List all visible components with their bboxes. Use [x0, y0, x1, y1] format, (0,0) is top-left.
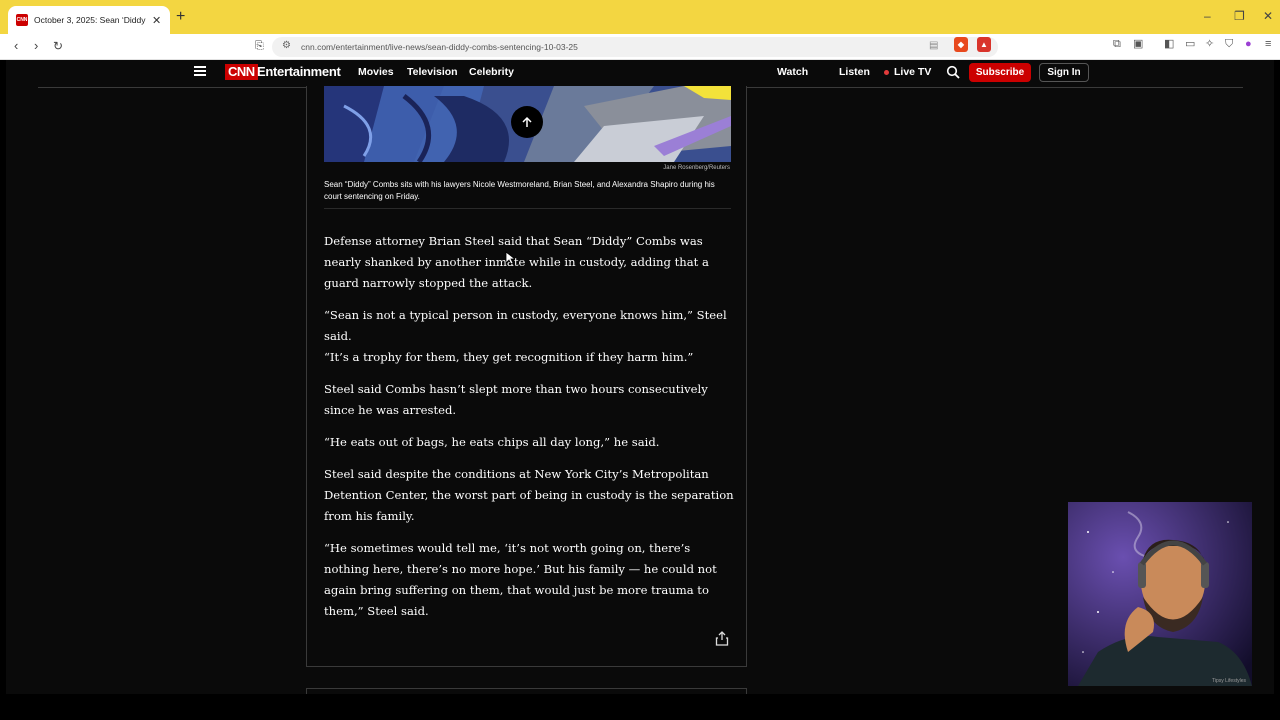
back-icon[interactable]: ‹: [14, 38, 18, 54]
photo-caption: Sean “Diddy” Combs sits with his lawyers…: [324, 180, 715, 201]
live-indicator-icon: [884, 70, 889, 75]
article-paragraph: “He eats out of bags, he eats chips all …: [324, 435, 660, 449]
bottom-black-bar: [0, 694, 1280, 720]
reload-icon[interactable]: ↻: [53, 38, 63, 54]
leo-icon[interactable]: ✧: [1205, 38, 1214, 50]
article-paragraph: “It’s a trophy for them, they get recogn…: [324, 350, 694, 364]
photo-credit: Jane Rosenberg/Reuters: [663, 165, 730, 171]
window-close-icon[interactable]: ✕: [1263, 10, 1273, 22]
reader-mode-icon[interactable]: ▤: [929, 40, 938, 51]
cnn-logo[interactable]: CNN: [225, 64, 258, 80]
bookmark-icon[interactable]: ⎘: [255, 38, 264, 54]
hamburger-menu-icon[interactable]: [194, 66, 206, 76]
site-info-icon[interactable]: ⚙: [282, 40, 291, 51]
address-bar[interactable]: ⚙ cnn.com/entertainment/live-news/sean-d…: [272, 37, 998, 57]
sign-in-button[interactable]: Sign In: [1039, 63, 1089, 82]
cnn-header: CNN Entertainment Movies Television Cele…: [6, 60, 1274, 86]
article-paragraph: Defense attorney Brian Steel said that S…: [324, 234, 709, 290]
article-body: Defense attorney Brian Steel said that S…: [324, 231, 734, 633]
vpn-icon[interactable]: ⛉: [1225, 38, 1233, 50]
wallet-icon[interactable]: ▭: [1185, 38, 1195, 50]
nav-link-movies[interactable]: Movies: [358, 66, 394, 79]
url-text[interactable]: cnn.com/entertainment/live-news/sean-did…: [301, 42, 578, 52]
minimize-icon[interactable]: –: [1204, 10, 1211, 22]
brave-rewards-icon[interactable]: ▲: [977, 37, 991, 52]
sidebar-icon[interactable]: ◧: [1164, 38, 1174, 50]
extensions-icon[interactable]: ⧉: [1113, 38, 1121, 50]
nav-link-celebrity[interactable]: Celebrity: [469, 66, 514, 79]
article-paragraph: Steel said Combs hasn’t slept more than …: [324, 382, 708, 417]
article-paragraph: “He sometimes would tell me, ‘it’s not w…: [324, 541, 717, 618]
browser-tab-active[interactable]: CNN October 3, 2025: Sean ‘Diddy’ Co ✕: [8, 6, 170, 34]
webcam-overlay: Tipsy Lifestyles: [1068, 502, 1252, 686]
nav-link-live-tv[interactable]: Live TV: [894, 66, 931, 79]
nav-link-television[interactable]: Television: [407, 66, 458, 79]
nav-link-listen[interactable]: Listen: [839, 66, 870, 79]
restore-icon[interactable]: ❐: [1234, 10, 1245, 22]
arrow-up-icon: [522, 116, 532, 127]
webcam-watermark: Tipsy Lifestyles: [1212, 678, 1246, 684]
search-icon[interactable]: [946, 65, 960, 79]
section-title[interactable]: Entertainment: [257, 64, 341, 80]
forward-icon[interactable]: ›: [34, 38, 38, 54]
new-tab-icon[interactable]: +: [176, 9, 185, 25]
browser-toolbar: ‹ › ↻ ⎘ ⚙ cnn.com/entertainment/live-new…: [0, 34, 1280, 60]
profile-icon[interactable]: ●: [1245, 38, 1252, 50]
mouse-cursor-icon: [505, 251, 515, 265]
share-icon[interactable]: [715, 630, 729, 646]
article-paragraph: “Sean is not a typical person in custody…: [324, 308, 727, 343]
nav-link-watch[interactable]: Watch: [777, 66, 808, 79]
brave-shields-icon[interactable]: ◆: [954, 37, 968, 52]
streamer-avatar-illustration: [1068, 502, 1252, 686]
menu-icon[interactable]: ≡: [1265, 38, 1271, 50]
cnn-favicon-icon: CNN: [16, 14, 28, 26]
tab-title: October 3, 2025: Sean ‘Diddy’ Co: [34, 15, 146, 25]
scroll-to-top-button[interactable]: [511, 106, 543, 138]
browser-tab-strip: CNN October 3, 2025: Sean ‘Diddy’ Co ✕ +…: [0, 0, 1280, 34]
tab-close-icon[interactable]: ✕: [152, 14, 161, 27]
tab-search-icon[interactable]: ▣: [1133, 38, 1143, 50]
caption-divider: [324, 208, 731, 209]
live-update-card: Jane Rosenberg/Reuters Sean “Diddy” Comb…: [306, 86, 747, 667]
article-paragraph: Steel said despite the conditions at New…: [324, 467, 734, 523]
subscribe-button[interactable]: Subscribe: [969, 63, 1031, 82]
